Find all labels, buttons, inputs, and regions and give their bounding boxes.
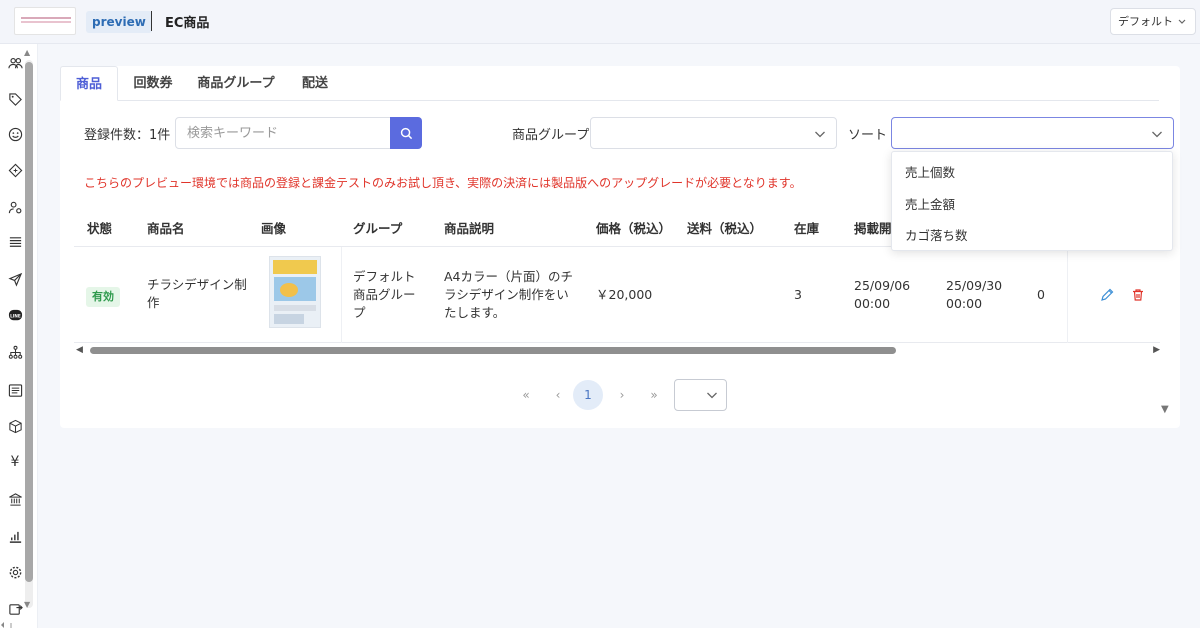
sidebar-scroll-thumb[interactable] [25, 62, 33, 582]
product-stock: 3 [794, 287, 802, 302]
export-icon[interactable] [7, 600, 23, 616]
sidebar: ▲ ▼ LINE ¥ [0, 44, 38, 628]
smile-icon[interactable] [7, 126, 23, 142]
search-button[interactable] [390, 117, 422, 149]
send-icon[interactable] [7, 271, 23, 287]
search-field[interactable] [175, 117, 391, 149]
col-price: 価格（税込） [596, 221, 672, 236]
edit-icon[interactable] [1100, 288, 1114, 302]
search-icon [400, 127, 412, 139]
preview-notice: こちらのプレビュー環境では商品の登録と課金テストのみお試し頂き、実際の決済には製… [84, 176, 802, 190]
col-description: 商品説明 [444, 221, 495, 236]
col-image: 画像 [261, 221, 287, 236]
app-header: preview EC商品 デフォルト [0, 0, 1200, 44]
product-price: ￥20,000 [596, 287, 653, 302]
tab-bar: 商品 回数券 商品グループ 配送 [60, 66, 1159, 101]
row-extra-value: 0 [1037, 287, 1045, 302]
scroll-right-icon[interactable]: ▶ [1153, 345, 1160, 355]
table-horizontal-scrollbar[interactable]: ◀ ▶ [74, 345, 1160, 357]
tag-icon[interactable] [7, 91, 23, 107]
chevron-down-icon [1152, 131, 1162, 138]
yen-icon[interactable]: ¥ [7, 454, 23, 470]
sidebar-bottom-scroll[interactable] [0, 618, 38, 628]
page-1-button[interactable]: 1 [573, 380, 603, 410]
delete-icon[interactable] [1131, 288, 1145, 302]
page-size-select[interactable] [674, 379, 727, 411]
header-divider [151, 11, 152, 31]
col-start: 掲載開 [854, 221, 892, 236]
sort-dropdown-menu: 売上個数 売上金額 カゴ落ち数 [891, 151, 1173, 251]
col-group: グループ [353, 221, 403, 236]
sort-option-cart-abandon[interactable]: カゴ落ち数 [905, 225, 968, 244]
product-description: A4カラー（片面）のチラシデザイン制作をいたします。 [444, 269, 574, 320]
product-group: デフォルト商品グループ [353, 269, 416, 320]
tab-product-groups[interactable]: 商品グループ [192, 66, 280, 101]
horizontal-scroll-thumb[interactable] [90, 347, 896, 354]
sidebar-scroll-up-icon[interactable]: ▲ [24, 48, 30, 57]
users-icon[interactable] [7, 55, 23, 71]
sort-option-sales-count[interactable]: 売上個数 [905, 162, 955, 181]
column-divider [341, 247, 342, 343]
view-select[interactable]: デフォルト [1110, 8, 1196, 35]
publish-end: 25/09/30 00:00 [946, 278, 1003, 311]
bank-icon[interactable] [7, 491, 23, 507]
line-icon[interactable]: LINE [7, 307, 23, 323]
last-page-button[interactable]: » [640, 379, 668, 411]
table-row: 有効 チラシデザイン制作 デフォルト商品グループ A4カラー（片面）のチラシデザ… [74, 247, 1160, 343]
user-settings-icon[interactable] [7, 199, 23, 215]
chevron-down-icon [1177, 9, 1187, 44]
col-stock: 在庫 [794, 221, 820, 236]
brand-logo[interactable] [14, 7, 76, 35]
list-icon[interactable] [7, 234, 23, 250]
tab-products[interactable]: 商品 [60, 66, 118, 101]
col-status: 状態 [87, 221, 113, 236]
sidebar-scroll-down-icon[interactable]: ▼ [24, 600, 30, 609]
first-page-button[interactable]: « [512, 379, 540, 411]
status-badge: 有効 [86, 287, 120, 307]
prev-page-button[interactable]: ‹ [544, 379, 572, 411]
chevron-down-icon [707, 392, 717, 399]
yen-icon-glyph: ¥ [10, 454, 20, 470]
record-count: 登録件数：1件 [84, 128, 171, 143]
column-divider [1067, 247, 1068, 343]
sort-label: ソート [848, 128, 888, 143]
sort-option-sales-amount[interactable]: 売上金額 [905, 194, 955, 213]
group-filter-label: 商品グループ [512, 128, 590, 143]
scroll-down-icon[interactable]: ▼ [1161, 404, 1169, 415]
search-input[interactable] [176, 118, 390, 148]
col-shipping: 送料（税込） [687, 221, 763, 236]
sort-select[interactable] [891, 117, 1174, 149]
hierarchy-icon[interactable] [7, 344, 23, 360]
col-name: 商品名 [147, 221, 185, 236]
document-icon[interactable] [7, 382, 23, 398]
product-thumbnail[interactable] [269, 256, 321, 328]
product-name: チラシデザイン制作 [147, 277, 247, 310]
group-filter-select[interactable] [590, 117, 837, 149]
tab-shipping[interactable]: 配送 [294, 66, 336, 101]
gear-icon[interactable] [7, 564, 23, 580]
box-icon[interactable] [7, 418, 23, 434]
scroll-left-icon[interactable]: ◀ [76, 345, 83, 355]
chevron-down-icon [815, 131, 825, 138]
next-page-button[interactable]: › [608, 379, 636, 411]
line-icon-text: LINE [10, 313, 21, 318]
view-select-value: デフォルト [1118, 15, 1173, 28]
bar-chart-icon[interactable] [7, 528, 23, 544]
preview-badge: preview [86, 11, 152, 33]
sidebar-scrollbar[interactable] [25, 60, 33, 608]
page-title: EC商品 [165, 16, 210, 31]
tab-coupons[interactable]: 回数券 [123, 66, 183, 101]
publish-start: 25/09/06 00:00 [854, 278, 911, 311]
ticket-icon[interactable] [7, 162, 23, 178]
